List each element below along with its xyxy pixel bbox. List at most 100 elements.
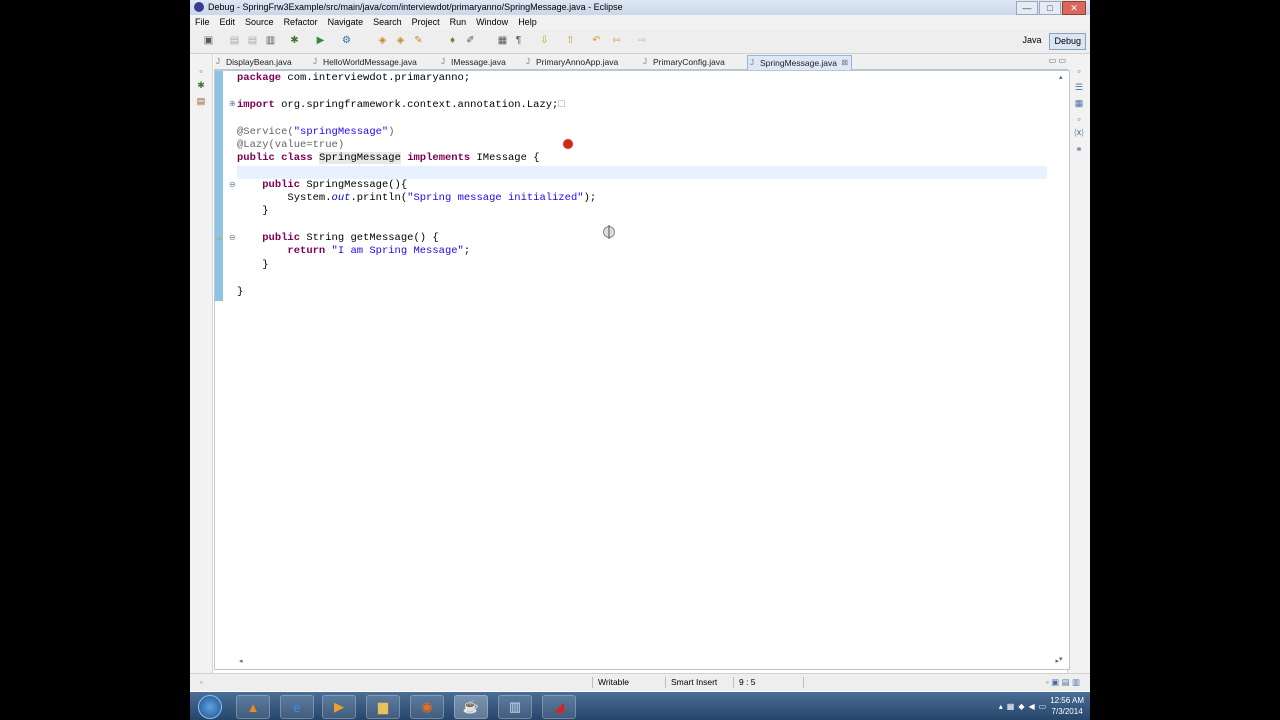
window-title: Debug - SpringFrw3Example/src/main/java/… (208, 2, 623, 12)
start-button[interactable] (198, 695, 222, 719)
internet-explorer-icon[interactable]: e (280, 695, 314, 719)
variables-icon[interactable]: ⒳ (1073, 128, 1085, 138)
maximize-button[interactable]: □ (1039, 1, 1061, 15)
firefox-icon[interactable]: ◉ (410, 695, 444, 719)
status-separator (733, 677, 734, 688)
print-icon[interactable]: ▥ (264, 35, 277, 47)
next-annotation-icon[interactable]: ⇩ (538, 35, 551, 47)
tasks-icon[interactable]: ▦ (1073, 98, 1085, 108)
click-indicator-icon (563, 139, 573, 149)
clock-date: 7/3/2014 (1051, 707, 1083, 716)
tab-springmessage[interactable]: J SpringMessage.java ⊠ (747, 55, 853, 70)
fold-collapse-icon[interactable]: ⊖ (229, 233, 236, 242)
status-bar: ▫ Writable Smart Insert 9 : 5 ▫ ▣ ▤ ▥ (190, 673, 1090, 691)
app-icon[interactable]: ◢ (542, 695, 576, 719)
code-editor[interactable]: ⊕ ⊖ ⊖ ▵ package com.interviewdot.primary… (214, 70, 1070, 670)
debug-view-icon[interactable]: ✱ (195, 80, 207, 90)
status-separator (592, 677, 593, 688)
menu-project[interactable]: Project (407, 15, 445, 30)
override-marker-icon: ▵ (217, 233, 222, 242)
main-toolbar: ▣ ▤ ▤ ▥ ✱ ▶ ⚙ ◈ ◈ ✎ ♦ ✐ ▦ ¶ ⇩ ⇧ ↶ ⇦ ⇨ Ja… (190, 30, 1090, 54)
status-separator (665, 677, 666, 688)
tray-network-icon[interactable]: ▦ (1007, 702, 1015, 711)
minimize-stack-icon[interactable]: ▫ (1073, 114, 1085, 124)
last-edit-icon[interactable]: ↶ (590, 35, 603, 47)
restore-icon[interactable]: ▫ (195, 66, 207, 76)
tray-expand-icon[interactable]: ▴ (999, 702, 1003, 711)
restore-right-icon[interactable]: ▫ (1073, 66, 1085, 76)
status-view-icons[interactable]: ▫ ▣ ▤ ▥ (1046, 674, 1080, 691)
fast-view-icon[interactable]: ▫ (200, 674, 203, 691)
source-code: package com.interviewdot.primaryanno; im… (237, 72, 597, 298)
insert-mode-status: Smart Insert (671, 677, 718, 687)
previous-annotation-icon[interactable]: ⇧ (564, 35, 577, 47)
tab-primaryannoapp[interactable]: J PrimaryAnnoApp.java (524, 55, 618, 69)
minimize-button[interactable]: — (1016, 1, 1038, 15)
fold-collapse-icon[interactable]: ⊖ (229, 180, 236, 189)
perspective-switcher: Java Debug (1018, 33, 1086, 50)
menu-source[interactable]: Source (240, 15, 279, 30)
close-tab-icon[interactable]: ⊠ (841, 56, 848, 70)
open-type-icon[interactable]: ◈ (376, 35, 389, 47)
show-whitespace-icon[interactable]: ¶ (512, 35, 525, 47)
tab-displaybean[interactable]: J DisplayBean.java (214, 55, 292, 69)
forward-icon[interactable]: ⇨ (636, 35, 649, 47)
tab-helloworldmessage[interactable]: J HelloWorldMessage.java (311, 55, 417, 69)
java-file-icon: J (313, 57, 317, 66)
breakpoints-icon[interactable]: ⚭ (1073, 144, 1085, 154)
menu-search[interactable]: Search (368, 15, 407, 30)
project-explorer-icon[interactable]: ▤ (195, 96, 207, 106)
java-file-icon: J (216, 57, 220, 66)
run-icon[interactable]: ▶ (314, 35, 327, 47)
scroll-left-icon[interactable]: ◂ (239, 657, 243, 665)
menu-help[interactable]: Help (513, 15, 542, 30)
search-icon[interactable]: ✎ (412, 35, 425, 47)
outline-icon[interactable]: ☰ (1073, 82, 1085, 92)
system-tray: ▴ ▦ ◆ ◀ ▭ 12:56 AM 7/3/2014 (999, 694, 1084, 718)
java-perspective-button[interactable]: Java (1018, 33, 1045, 48)
open-task-icon[interactable]: ◈ (394, 35, 407, 47)
menu-window[interactable]: Window (471, 15, 513, 30)
clock[interactable]: 12:56 AM 7/3/2014 (1050, 695, 1084, 717)
cursor-position-status: 9 : 5 (739, 677, 756, 687)
tab-primaryconfig[interactable]: J PrimaryConfig.java (641, 55, 725, 69)
debug-icon[interactable]: ✱ (288, 35, 301, 47)
toggle-mark-icon[interactable]: ♦ (446, 35, 459, 47)
maximize-editor-icon[interactable]: ▭ ▭ (1049, 56, 1066, 65)
menu-run[interactable]: Run (445, 15, 472, 30)
tray-volume-icon[interactable]: ◀ (1028, 702, 1034, 711)
fold-expand-icon[interactable]: ⊕ (229, 99, 236, 108)
menu-refactor[interactable]: Refactor (279, 15, 323, 30)
back-icon[interactable]: ⇦ (610, 35, 623, 47)
java-file-icon: J (643, 57, 647, 66)
scroll-down-icon[interactable]: ▾ (1059, 655, 1063, 663)
media-player-icon[interactable]: ▶ (322, 695, 356, 719)
file-explorer-icon[interactable]: ▆ (366, 695, 400, 719)
tray-display-icon[interactable]: ▭ (1039, 702, 1047, 711)
clock-time: 12:56 AM (1050, 696, 1084, 705)
close-button[interactable]: ✕ (1062, 1, 1086, 15)
new-icon[interactable]: ▣ (202, 35, 215, 47)
tab-imessage[interactable]: J IMessage.java (439, 55, 506, 69)
block-selection-icon[interactable]: ▦ (496, 35, 509, 47)
scroll-up-icon[interactable]: ▴ (1059, 73, 1063, 81)
menu-edit[interactable]: Edit (215, 15, 241, 30)
menu-bar: File Edit Source Refactor Navigate Searc… (190, 15, 1090, 30)
java-file-icon: J (526, 57, 530, 66)
eclipse-taskbar-icon[interactable]: ☕ (454, 695, 488, 719)
menu-file[interactable]: File (190, 15, 215, 30)
horizontal-scrollbar[interactable]: ◂ ▸ (239, 657, 1059, 667)
save-disk-icon[interactable]: ▥ (498, 695, 532, 719)
vertical-scrollbar[interactable]: ▴ ▾ (1059, 73, 1067, 663)
tray-app-icon[interactable]: ◆ (1018, 702, 1024, 711)
save-icon[interactable]: ▤ (228, 35, 241, 47)
external-tools-icon[interactable]: ⚙ (340, 35, 353, 47)
menu-navigate[interactable]: Navigate (323, 15, 369, 30)
left-trim-strip: ▫ ✱ ▤ (190, 54, 213, 674)
save-all-icon[interactable]: ▤ (246, 35, 259, 47)
annotation-icon[interactable]: ✐ (464, 35, 477, 47)
scroll-right-icon[interactable]: ▸ (1055, 657, 1059, 665)
mouse-cursor-icon (603, 225, 615, 239)
vlc-icon[interactable]: ▲ (236, 695, 270, 719)
debug-perspective-button[interactable]: Debug (1049, 33, 1086, 50)
